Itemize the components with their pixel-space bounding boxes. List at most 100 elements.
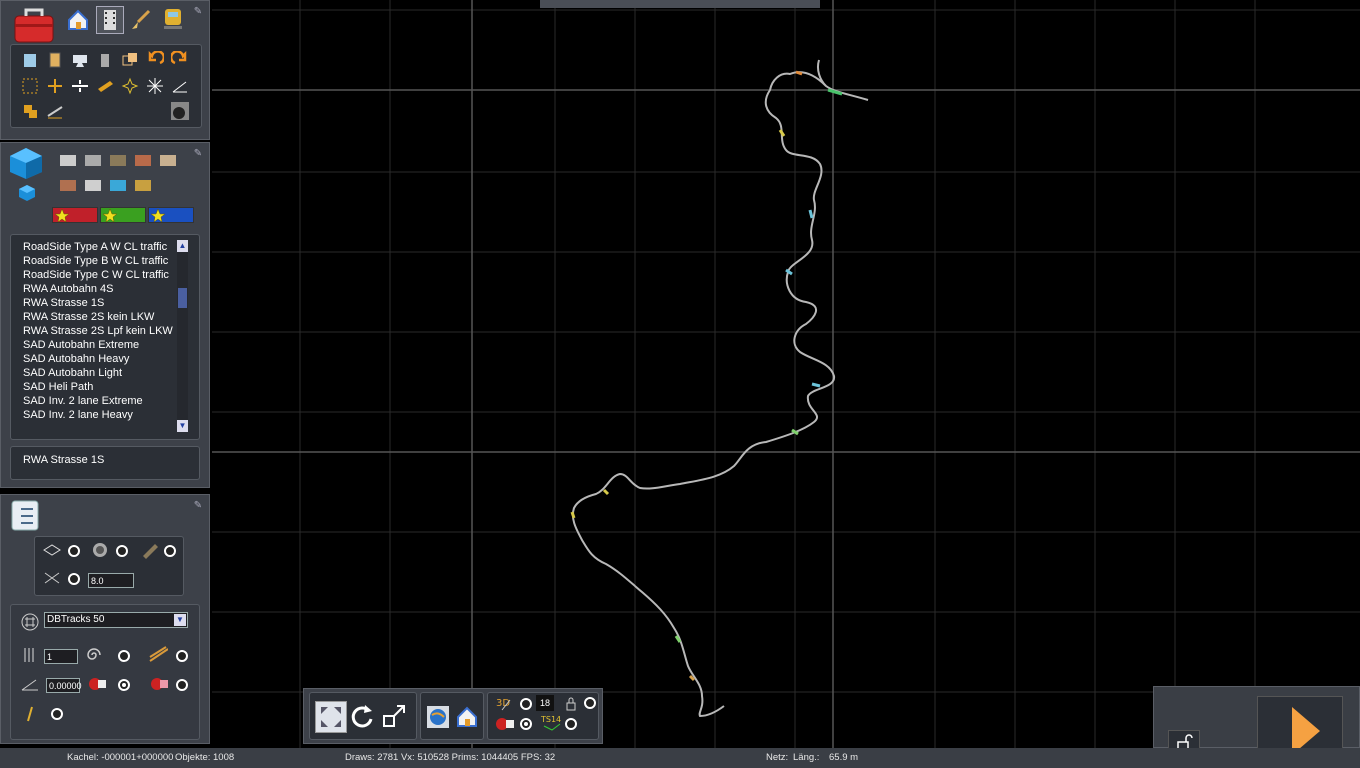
globe-icon[interactable] xyxy=(426,705,450,729)
list-item[interactable]: SAD Autobahn Light xyxy=(23,366,122,380)
resize-icon[interactable] xyxy=(382,703,408,729)
trash-icon[interactable] xyxy=(95,50,115,70)
water-icon[interactable] xyxy=(108,175,128,195)
lock-radio[interactable] xyxy=(584,697,596,709)
spiral-radio[interactable] xyxy=(118,650,130,662)
count-input[interactable]: 1 xyxy=(44,649,78,664)
home-view-icon[interactable] xyxy=(455,705,479,729)
play-button[interactable] xyxy=(1257,696,1343,756)
ruler-icon[interactable] xyxy=(95,76,115,96)
ts-mode-radio[interactable] xyxy=(565,718,577,730)
train-icon[interactable] xyxy=(160,6,186,32)
pin-icon[interactable]: ✎ xyxy=(192,500,204,512)
bridge-icon[interactable] xyxy=(58,175,78,195)
move-icon[interactable] xyxy=(45,76,65,96)
list-item[interactable]: SAD Autobahn Extreme xyxy=(23,338,139,352)
fullscreen-icon[interactable] xyxy=(315,701,347,733)
track-bed-icon[interactable] xyxy=(108,150,128,170)
angle-icon[interactable] xyxy=(170,76,190,96)
bag-icon[interactable] xyxy=(133,175,153,195)
gear-view-radio[interactable] xyxy=(116,545,128,557)
list-item[interactable]: RWA Autobahn 4S xyxy=(23,282,114,296)
rotate-icon[interactable] xyxy=(347,701,377,731)
angle-icon[interactable] xyxy=(20,674,40,694)
star-burst-icon[interactable] xyxy=(145,76,165,96)
pen-icon[interactable] xyxy=(20,704,40,724)
small-cube-icon[interactable] xyxy=(18,184,36,202)
pencil-icon[interactable] xyxy=(45,101,65,121)
toolbox-icon[interactable] xyxy=(12,4,56,44)
angle-input[interactable]: 0.00000 xyxy=(46,678,82,693)
signal-red-icon[interactable] xyxy=(86,674,106,694)
plane-icon[interactable] xyxy=(42,540,62,560)
star-green-button[interactable] xyxy=(100,207,146,223)
rails-count-icon[interactable] xyxy=(20,645,40,665)
clipboard-icon[interactable] xyxy=(45,50,65,70)
signal-mode-icon[interactable] xyxy=(494,714,514,734)
list-item[interactable]: SAD Inv. 2 lane Heavy xyxy=(23,408,133,422)
home-icon[interactable] xyxy=(66,8,90,32)
slope-radio[interactable] xyxy=(176,650,188,662)
star-red-button[interactable] xyxy=(52,207,98,223)
track-view-icon[interactable] xyxy=(140,540,160,560)
list-item[interactable]: RWA Strasse 2S Lpf kein LKW xyxy=(23,324,173,338)
list-item[interactable]: RoadSide Type A W CL traffic xyxy=(23,240,167,254)
spiral-icon[interactable] xyxy=(84,645,104,665)
gear-view-icon[interactable] xyxy=(90,540,110,560)
monitor-icon[interactable] xyxy=(70,50,90,70)
cross-icon[interactable] xyxy=(42,568,62,588)
top-center-tab[interactable] xyxy=(540,0,820,8)
split-icon[interactable] xyxy=(70,76,90,96)
height-input[interactable]: 8.0 xyxy=(88,573,134,588)
lock-small-icon[interactable] xyxy=(564,696,578,712)
signal-mode-radio[interactable] xyxy=(520,718,532,730)
road-icon[interactable] xyxy=(83,175,103,195)
track-view-radio[interactable] xyxy=(164,545,176,557)
cross-radio[interactable] xyxy=(68,573,80,585)
undo-icon[interactable] xyxy=(145,50,165,70)
scroll-down-arrow[interactable]: ▼ xyxy=(177,420,188,432)
status-draws: Draws: 2781 Vx: 510528 Prims: 1044405 FP… xyxy=(345,752,556,763)
plane-radio[interactable] xyxy=(68,545,80,557)
3d-mode-radio[interactable] xyxy=(520,698,532,710)
signal-red-radio[interactable] xyxy=(118,679,130,691)
bomb-icon[interactable] xyxy=(170,101,190,121)
list-item[interactable]: SAD Heli Path xyxy=(23,380,93,394)
sparkle-icon[interactable] xyxy=(120,76,140,96)
scroll-thumb[interactable] xyxy=(178,288,187,308)
svg-text:3D: 3D xyxy=(496,698,510,709)
star-blue-button[interactable] xyxy=(148,207,194,223)
list-item[interactable]: RWA Strasse 1S xyxy=(23,296,104,310)
signal-alt-icon[interactable] xyxy=(148,674,168,694)
cube-icon[interactable] xyxy=(8,146,44,180)
select-box-icon[interactable] xyxy=(20,76,40,96)
track-type-select[interactable]: DBTracks 50 ▼ xyxy=(44,612,188,628)
pin-icon[interactable]: ✎ xyxy=(192,6,204,18)
book-icon[interactable] xyxy=(20,50,40,70)
chevron-down-icon[interactable]: ▼ xyxy=(174,614,186,626)
copy-icon[interactable] xyxy=(120,50,140,70)
slab-icon[interactable] xyxy=(158,150,178,170)
pen-radio[interactable] xyxy=(51,708,63,720)
slope-icon[interactable] xyxy=(148,645,168,665)
checklist-icon[interactable] xyxy=(8,498,42,532)
list-item[interactable]: RoadSide Type C W CL traffic xyxy=(23,268,169,282)
film-icon[interactable] xyxy=(96,6,124,34)
list-item[interactable]: SAD Autobahn Heavy xyxy=(23,352,129,366)
list-item[interactable]: RoadSide Type B W CL traffic xyxy=(23,254,168,268)
tracks-icon[interactable] xyxy=(83,150,103,170)
list-item[interactable]: RWA Strasse 2S kein LKW xyxy=(23,310,154,324)
grid-icon[interactable] xyxy=(20,612,40,632)
ts-mode-icon[interactable]: TS14 xyxy=(540,712,564,732)
paint-icon[interactable] xyxy=(20,101,40,121)
scroll-up-arrow[interactable]: ▲ xyxy=(177,240,188,252)
list-scrollbar[interactable]: ▲ ▼ xyxy=(177,240,188,432)
bricks-icon[interactable] xyxy=(133,150,153,170)
rails-icon[interactable] xyxy=(58,150,78,170)
pin-icon[interactable]: ✎ xyxy=(192,148,204,160)
signal-alt-radio[interactable] xyxy=(176,679,188,691)
3d-mode-icon[interactable]: 3D xyxy=(494,694,514,714)
list-item[interactable]: SAD Inv. 2 lane Extreme xyxy=(23,394,143,408)
brush-icon[interactable] xyxy=(128,8,154,32)
redo-icon[interactable] xyxy=(170,50,190,70)
